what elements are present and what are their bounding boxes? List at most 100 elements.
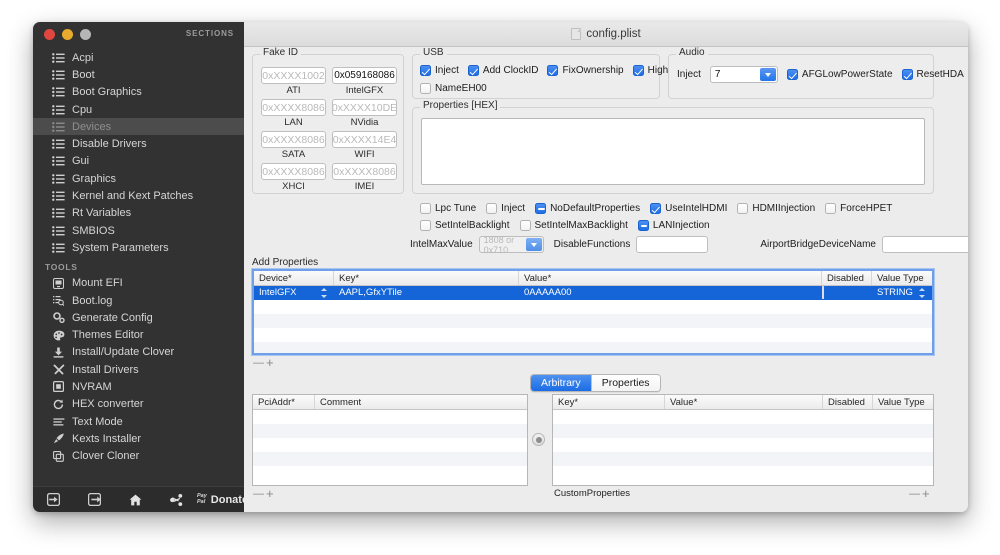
cell-value[interactable]: 0AAAAA00	[519, 286, 822, 300]
usb-nameeh00-checkbox[interactable]: NameEH00	[420, 83, 487, 94]
audio-resethda-checkbox[interactable]: ResetHDA	[901, 69, 964, 80]
export-button[interactable]	[74, 493, 115, 506]
usb-fixownership-checkbox[interactable]: FixOwnership	[547, 65, 624, 76]
sidebar-item-kexts-installer[interactable]: Kexts Installer	[33, 430, 244, 447]
sidebar-item-nvram[interactable]: NVRAM	[33, 378, 244, 395]
table-row-empty[interactable]	[553, 424, 933, 438]
fake-id-imei-input[interactable]: 0xXXXX8086	[332, 163, 397, 180]
table-row-empty[interactable]	[254, 314, 932, 328]
import-button[interactable]	[33, 493, 74, 506]
sidebar-item-install-drivers[interactable]: Install Drivers	[33, 361, 244, 378]
table-row-empty[interactable]	[253, 438, 527, 452]
custom-properties-table[interactable]: Key* Value* Disabled Value Type	[552, 394, 934, 486]
sidebar-item-devices[interactable]: Devices	[33, 118, 244, 136]
home-button[interactable]	[115, 494, 156, 506]
table-row-empty[interactable]	[253, 452, 527, 466]
usb-inject-checkbox[interactable]: Inject	[420, 65, 459, 76]
column-header-pciaddr[interactable]: PciAddr*	[253, 395, 315, 409]
fake-id-ati-input[interactable]: 0xXXXX1002	[261, 67, 326, 84]
sidebar-item-hex-converter[interactable]: HEX converter	[33, 396, 244, 413]
usb-add-clockid-checkbox[interactable]: Add ClockID	[467, 65, 538, 76]
fake-id-sata-input[interactable]: 0xXXXX8086	[261, 131, 326, 148]
setintelmaxbacklight-checkbox[interactable]: SetIntelMaxBacklight	[519, 220, 628, 231]
column-header-value[interactable]: Value*	[519, 271, 822, 285]
table-row-empty[interactable]	[254, 328, 932, 342]
intel-max-value-select[interactable]: 1808 or 0x710	[478, 235, 544, 255]
properties-hex-textarea[interactable]	[421, 118, 925, 185]
sidebar-item-smbios[interactable]: SMBIOS	[33, 222, 244, 239]
forcehpet-checkbox[interactable]: ForceHPET	[825, 203, 892, 214]
lpc-tune-checkbox[interactable]: Lpc Tune	[420, 203, 476, 214]
hdmiinjection-checkbox[interactable]: HDMIInjection	[737, 203, 815, 214]
sidebar-item-graphics[interactable]: Graphics	[33, 170, 244, 187]
sidebar-item-system-parameters[interactable]: System Parameters	[33, 239, 244, 256]
column-header-key[interactable]: Key*	[334, 271, 519, 285]
sidebar-item-clover-cloner[interactable]: Clover Cloner	[33, 448, 244, 465]
custom-properties-add-button[interactable]: +	[922, 486, 933, 501]
add-properties-add-button[interactable]: +	[266, 355, 277, 370]
table-row[interactable]: IntelGFX AAPL,GfxYTile 0AAAAA00 STRING	[254, 286, 932, 300]
stepper-icon[interactable]	[919, 288, 926, 298]
close-button[interactable]	[44, 29, 55, 40]
tab-arbitrary[interactable]: Arbitrary	[531, 375, 592, 391]
sidebar-item-mount-efi[interactable]: Mount EFI	[33, 275, 244, 292]
sidebar-item-generate-config[interactable]: Generate Config	[33, 309, 244, 326]
column-header-key[interactable]: Key*	[553, 395, 665, 409]
column-header-value[interactable]: Value*	[665, 395, 823, 409]
fake-id-nvidia-input[interactable]: 0xXXXX10DE	[332, 99, 397, 116]
arbitrary-add-button[interactable]: +	[266, 486, 277, 501]
sidebar-item-themes-editor[interactable]: Themes Editor	[33, 326, 244, 343]
laninjection-checkbox[interactable]: LANInjection	[637, 220, 710, 231]
link-dot-icon[interactable]	[532, 433, 545, 446]
audio-inject-select[interactable]: 7	[709, 66, 778, 83]
sidebar-item-install-update-clover[interactable]: Install/Update Clover	[33, 344, 244, 361]
zoom-button[interactable]	[80, 29, 91, 40]
table-row-empty[interactable]	[253, 410, 527, 424]
minimize-button[interactable]	[62, 29, 73, 40]
table-row-empty[interactable]	[553, 466, 933, 480]
setintelbacklight-checkbox[interactable]: SetIntelBacklight	[420, 220, 510, 231]
sidebar-item-acpi[interactable]: Acpi	[33, 49, 244, 66]
sidebar-item-gui[interactable]: Gui	[33, 153, 244, 170]
fake-id-wifi-input[interactable]: 0xXXXX14E4	[332, 131, 397, 148]
tab-properties[interactable]: Properties	[591, 375, 660, 391]
sidebar-item-boot-graphics[interactable]: Boot Graphics	[33, 84, 244, 101]
useintelhdmi-checkbox[interactable]: UseIntelHDMI	[650, 203, 727, 214]
column-header-disabled[interactable]: Disabled	[823, 395, 873, 409]
sidebar-item-boot-log[interactable]: Boot.log	[33, 292, 244, 309]
cell-disabled[interactable]	[822, 286, 872, 300]
cell-device[interactable]: IntelGFX	[254, 286, 334, 300]
sidebar-item-boot[interactable]: Boot	[33, 66, 244, 83]
airport-bridge-input[interactable]	[881, 236, 968, 253]
nodefaultproperties-checkbox[interactable]: NoDefaultProperties	[535, 203, 640, 214]
devices-inject-checkbox[interactable]: Inject	[486, 203, 525, 214]
share-button[interactable]	[156, 493, 197, 506]
arbitrary-table[interactable]: PciAddr* Comment	[252, 394, 528, 486]
column-header-device[interactable]: Device*	[254, 271, 334, 285]
table-row-empty[interactable]	[253, 466, 527, 480]
custom-properties-remove-button[interactable]: —	[909, 488, 923, 500]
row-disabled-checkbox[interactable]	[822, 286, 824, 299]
column-header-disabled[interactable]: Disabled	[822, 271, 872, 285]
fake-id-intelgfx-input[interactable]: 0x059168086	[332, 67, 397, 84]
table-row-empty[interactable]	[553, 452, 933, 466]
table-row-empty[interactable]	[253, 424, 527, 438]
table-row-empty[interactable]	[254, 342, 932, 353]
stepper-icon[interactable]	[321, 288, 328, 298]
fake-id-xhci-input[interactable]: 0xXXXX8086	[261, 163, 326, 180]
column-header-value-type[interactable]: Value Type	[872, 271, 932, 285]
add-properties-remove-button[interactable]: —	[253, 357, 267, 369]
cell-key[interactable]: AAPL,GfxYTile	[334, 286, 519, 300]
add-properties-table[interactable]: Device* Key* Value* Disabled Value Type …	[252, 269, 934, 355]
fake-id-lan-input[interactable]: 0xXXXX8086	[261, 99, 326, 116]
table-row-empty[interactable]	[553, 438, 933, 452]
column-header-comment[interactable]: Comment	[315, 395, 527, 409]
disable-functions-input[interactable]	[636, 236, 709, 253]
sidebar-item-disable-drivers[interactable]: Disable Drivers	[33, 135, 244, 152]
column-header-value-type[interactable]: Value Type	[873, 395, 933, 409]
table-row-empty[interactable]	[553, 410, 933, 424]
arbitrary-remove-button[interactable]: —	[253, 488, 267, 500]
sidebar-item-kernel-and-kext-patches[interactable]: Kernel and Kext Patches	[33, 187, 244, 204]
sidebar-item-cpu[interactable]: Cpu	[33, 101, 244, 118]
sidebar-item-text-mode[interactable]: Text Mode	[33, 413, 244, 430]
